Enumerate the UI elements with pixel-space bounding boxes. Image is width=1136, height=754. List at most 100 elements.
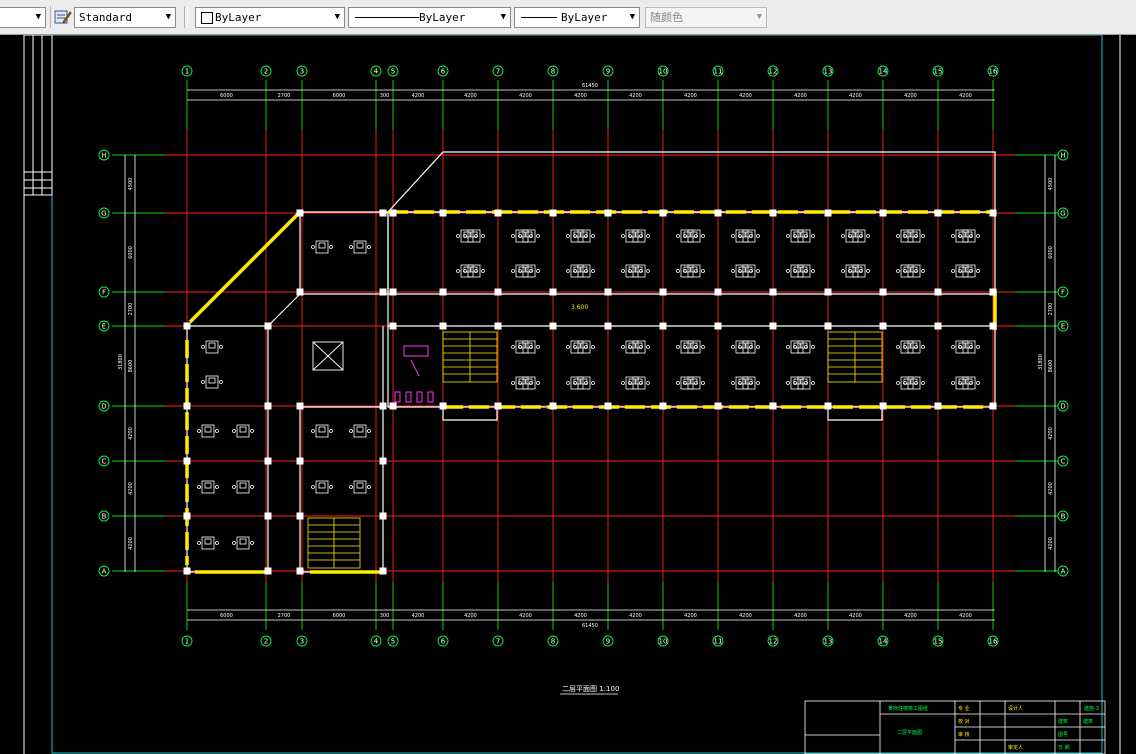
dimension-top: 4200 (684, 93, 697, 99)
linetype-combo[interactable]: ByLayer ▼ (348, 7, 511, 28)
grid-bubble-label: 3 (300, 638, 304, 646)
column (494, 402, 502, 410)
text-style-manager-icon[interactable] (54, 8, 72, 26)
column (183, 512, 191, 520)
column (549, 402, 557, 410)
text-style-value: Standard (79, 11, 132, 24)
dimension-right: 2700 (1048, 303, 1054, 316)
column (494, 209, 502, 217)
dimension-bottom: 4200 (959, 613, 972, 619)
column (296, 402, 304, 410)
lineweight-combo[interactable]: ByLayer ▼ (514, 7, 640, 28)
dimension-left: 8600 (128, 360, 134, 373)
grid-bubble-label: 5 (391, 638, 395, 646)
column (824, 402, 832, 410)
column (379, 402, 387, 410)
column (934, 288, 942, 296)
grid-bubble-label: 8 (551, 68, 555, 76)
grid-bubble-label: A (1061, 568, 1066, 576)
color-combo[interactable]: ByLayer ▼ (195, 7, 345, 28)
column (824, 209, 832, 217)
column (604, 402, 612, 410)
grid-bubble-label: E (1061, 323, 1065, 331)
title-block-value: 图号 (1058, 732, 1068, 738)
column (549, 209, 557, 217)
chevron-down-icon[interactable]: ▼ (630, 8, 635, 27)
grid-bubble-label: E (102, 323, 106, 331)
dimension-top: 2700 (278, 93, 291, 99)
previous-combo[interactable]: ▼ (0, 7, 46, 28)
sheet-number: 建施-3 (1084, 705, 1099, 712)
dimension-bottom: 4200 (519, 613, 532, 619)
dimension-top: 4200 (904, 93, 917, 99)
column (389, 209, 397, 217)
grid-bubble-label: H (1060, 152, 1065, 160)
grid-bubble-label: C (1061, 458, 1066, 466)
column (494, 322, 502, 330)
column (264, 402, 272, 410)
grid-bubble-label: 12 (769, 68, 778, 76)
color-swatch-icon (201, 12, 213, 24)
column (714, 209, 722, 217)
title-block-value: 建筑 (1058, 718, 1068, 725)
column (549, 288, 557, 296)
grid-bubble-label: 10 (659, 68, 668, 76)
dimension-right: 4500 (1048, 178, 1054, 191)
column (183, 402, 191, 410)
dimension-left: 4200 (128, 427, 134, 440)
grid-bubble-label: 7 (496, 638, 500, 646)
column (714, 402, 722, 410)
title-block-value: 日 期 (1058, 745, 1070, 751)
dimension-top: 4200 (959, 93, 972, 99)
column (296, 209, 304, 217)
grid-bubble-label: 1 (185, 638, 189, 646)
chevron-down-icon[interactable]: ▼ (36, 8, 41, 27)
column (389, 322, 397, 330)
chevron-down-icon[interactable]: ▼ (501, 8, 506, 27)
grid-bubble-label: 8 (551, 638, 555, 646)
drawing-name: 二层平面图 (897, 730, 922, 736)
grid-bubble-label: 4 (374, 68, 379, 76)
column (379, 288, 387, 296)
column (389, 288, 397, 296)
grid-bubble-label: A (102, 568, 107, 576)
dimension-top: 4200 (794, 93, 807, 99)
column (714, 288, 722, 296)
chevron-down-icon[interactable]: ▼ (335, 8, 340, 27)
dimension-right: 4200 (1048, 427, 1054, 440)
column (379, 457, 387, 465)
dimension-right: 8600 (1048, 360, 1054, 373)
column (934, 402, 942, 410)
dimension-top: 4200 (412, 93, 425, 99)
column (769, 322, 777, 330)
grid-bubble-label: 10 (659, 638, 668, 646)
chevron-down-icon[interactable]: ▼ (166, 8, 171, 27)
text-style-combo[interactable]: Standard ▼ (74, 7, 176, 28)
grid-bubble-label: 16 (989, 68, 998, 76)
column (769, 402, 777, 410)
column (296, 288, 304, 296)
level-mark: 3.600 (571, 304, 588, 311)
dimension-top: 300 (380, 93, 390, 99)
title-block-label: 审定人 (1008, 744, 1023, 751)
column (296, 512, 304, 520)
column (989, 209, 997, 217)
grid-bubble-label: D (101, 403, 106, 411)
column (879, 402, 887, 410)
dimension-right: 4200 (1048, 482, 1054, 495)
grid-bubble-label: 2 (264, 68, 268, 76)
project-name: 某商住楼施工图纸 (888, 705, 928, 712)
dimension-bottom: 4200 (629, 613, 642, 619)
grid-bubble-label: 12 (769, 638, 778, 646)
column (989, 288, 997, 296)
grid-bubble-label: F (1061, 289, 1065, 297)
column (659, 209, 667, 217)
grid-bubble-label: 9 (606, 68, 610, 76)
lineweight-value: ByLayer (561, 11, 608, 24)
column (934, 209, 942, 217)
color-value: ByLayer (215, 11, 262, 24)
drawing-canvas[interactable]: 3.600 1 2 3 4 5 6 7 8 9 10 11 12 13 14 15 16 1234567891… (0, 35, 1136, 754)
column (439, 402, 447, 410)
dimension-bottom: 4200 (574, 613, 587, 619)
column (659, 288, 667, 296)
